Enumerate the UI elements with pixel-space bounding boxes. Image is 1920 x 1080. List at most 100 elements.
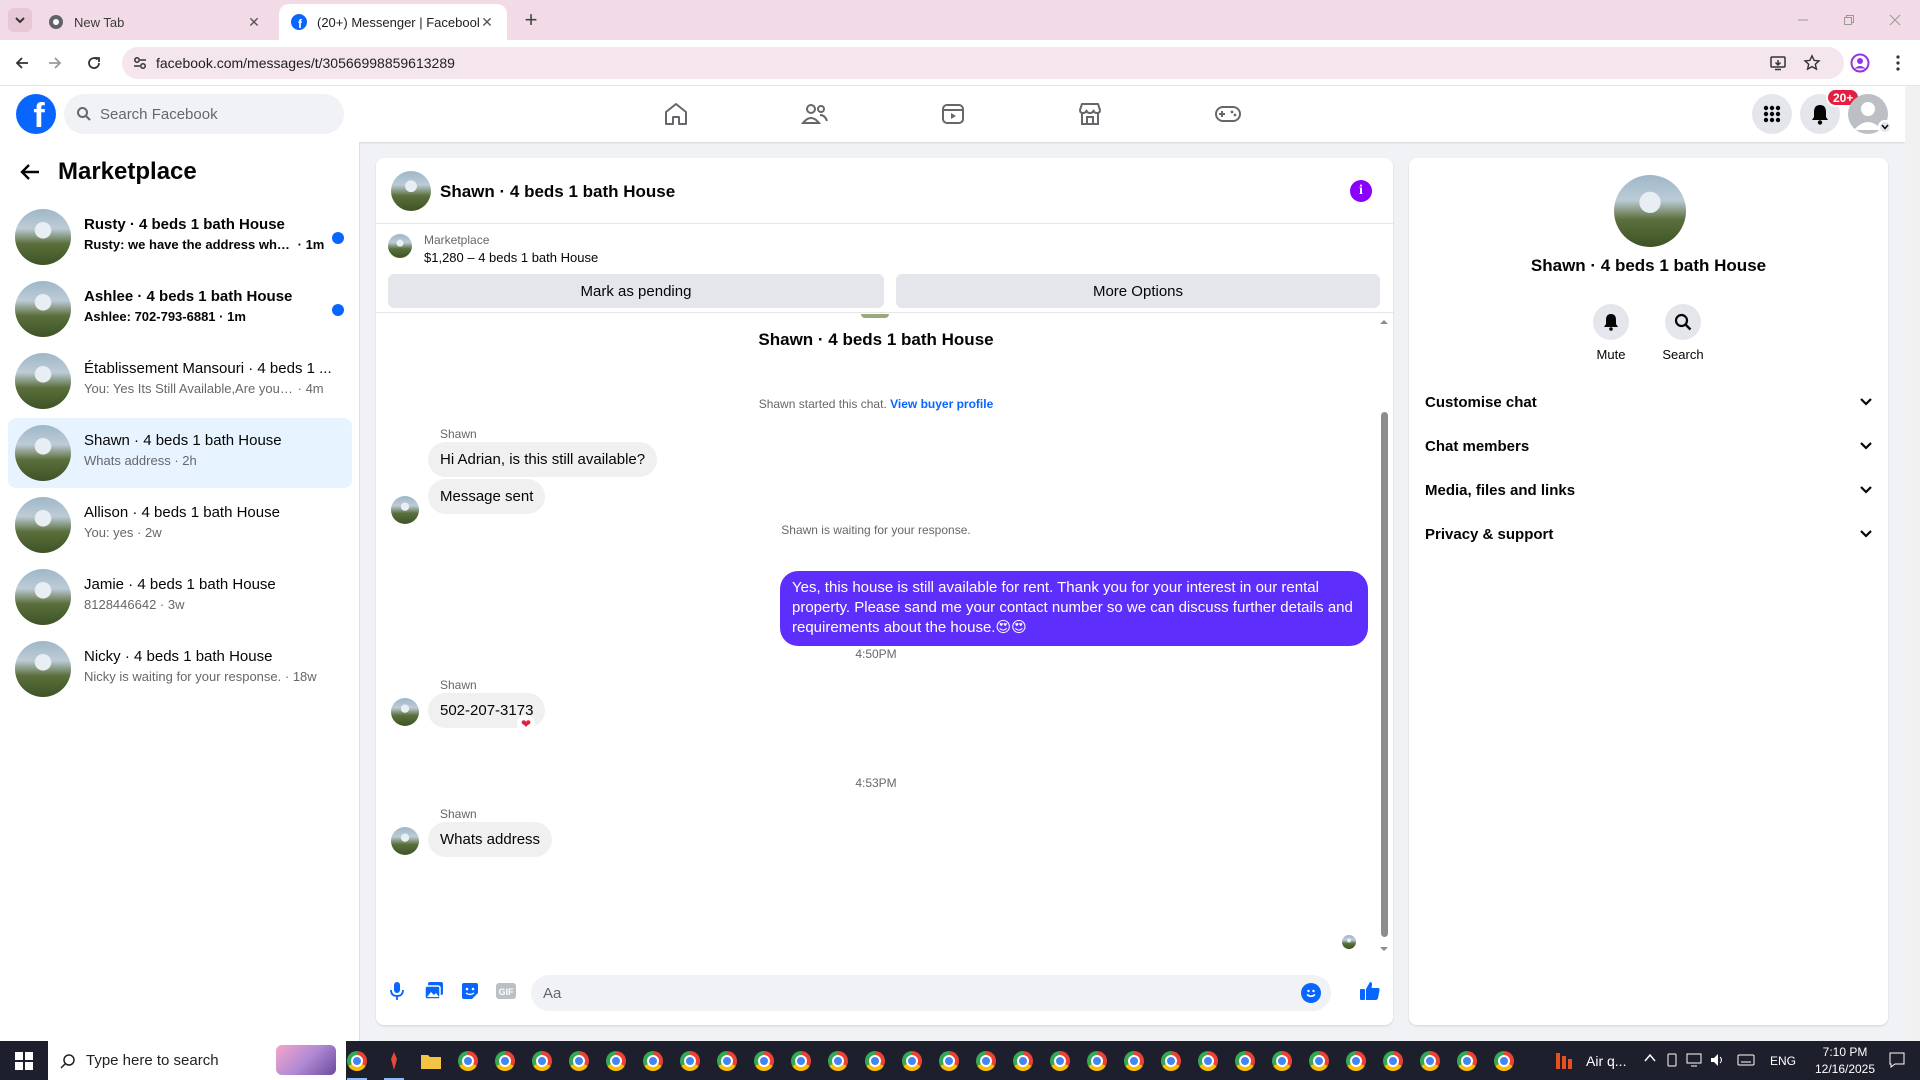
listing-price[interactable]: $1,280 – 4 beds 1 bath House [424, 250, 598, 265]
customise-chat-section[interactable]: Customise chat [1425, 380, 1873, 424]
chrome-icon[interactable] [1155, 1045, 1187, 1077]
chrome-icon[interactable] [1007, 1045, 1039, 1077]
chrome-icon[interactable] [1488, 1045, 1520, 1077]
tab-messenger[interactable]: f (20+) Messenger | Facebook ✕ [279, 4, 507, 40]
facebook-search[interactable] [64, 94, 344, 134]
minimize-icon[interactable] [1780, 8, 1826, 32]
chrome-icon[interactable] [637, 1045, 669, 1077]
conversation-item[interactable]: Nicky · 4 beds 1 bath House Nicky is wait… [8, 634, 352, 704]
media-files-links-section[interactable]: Media, files and links [1425, 468, 1873, 512]
menu-grid-icon[interactable] [1752, 94, 1792, 134]
conversation-item[interactable]: Ashlee · 4 beds 1 bath House Ashlee: 702-… [8, 274, 352, 344]
photo-icon[interactable] [422, 979, 446, 1003]
chrome-icon[interactable] [1340, 1045, 1372, 1077]
conversation-item[interactable]: Jamie · 4 beds 1 bath House 8128446642 · … [8, 562, 352, 632]
chrome-icon[interactable] [822, 1045, 854, 1077]
restore-icon[interactable] [1826, 8, 1872, 32]
back-icon[interactable] [10, 51, 34, 75]
chrome-icon[interactable] [1192, 1045, 1224, 1077]
chrome-icon[interactable] [1303, 1045, 1335, 1077]
chat-members-section[interactable]: Chat members [1425, 424, 1873, 468]
forward-icon[interactable] [43, 51, 67, 75]
nav-friends-icon[interactable] [759, 86, 871, 142]
profile-avatar[interactable] [1614, 175, 1686, 247]
chrome-icon[interactable] [1081, 1045, 1113, 1077]
nav-gaming-icon[interactable] [1172, 86, 1284, 142]
incoming-message[interactable]: Hi Adrian, is this still available? [428, 442, 658, 477]
listing-thumbnail[interactable] [388, 234, 412, 258]
mark-as-pending-button[interactable]: Mark as pending [388, 274, 884, 308]
view-buyer-profile-link[interactable]: View buyer profile [890, 397, 993, 411]
chrome-icon[interactable] [452, 1045, 484, 1077]
mute-button[interactable]: Mute [1576, 304, 1646, 362]
chrome-icon[interactable] [489, 1045, 521, 1077]
page-scrollbar[interactable] [1905, 86, 1920, 1041]
nav-marketplace-icon[interactable] [1034, 86, 1146, 142]
chrome-icon[interactable] [341, 1045, 373, 1080]
chrome-icon[interactable] [933, 1045, 965, 1077]
chrome-icon[interactable] [711, 1045, 743, 1077]
clock-date[interactable]: 12/16/2025 [1809, 1062, 1881, 1076]
weather-text[interactable]: Air q... [1586, 1053, 1626, 1069]
bookmark-star-icon[interactable] [1800, 51, 1824, 75]
profile-icon[interactable] [1848, 51, 1872, 75]
weather-icon[interactable] [1550, 1047, 1578, 1075]
nav-video-icon[interactable] [897, 86, 1009, 142]
chrome-icon[interactable] [563, 1045, 595, 1077]
chrome-icon[interactable] [970, 1045, 1002, 1077]
microphone-icon[interactable] [385, 979, 409, 1003]
account-chevron-down-icon[interactable] [1878, 120, 1892, 134]
site-info-icon[interactable] [132, 55, 148, 71]
keyboard-icon[interactable] [1737, 1053, 1755, 1070]
scrollbar-thumb[interactable] [1381, 412, 1388, 937]
facebook-logo-icon[interactable]: f [16, 94, 56, 134]
conversation-item[interactable]: Rusty · 4 beds 1 bath House Rusty: we hav… [8, 202, 352, 272]
close-icon[interactable]: ✕ [246, 14, 262, 30]
conversation-item[interactable]: Allison · 4 beds 1 bath House You: yes · … [8, 490, 352, 560]
thumbs-up-icon[interactable] [1358, 979, 1382, 1003]
chrome-icon[interactable] [600, 1045, 632, 1077]
chrome-icon[interactable] [896, 1045, 928, 1077]
chrome-icon[interactable] [674, 1045, 706, 1077]
chrome-icon[interactable] [1044, 1045, 1076, 1077]
conversation-item[interactable]: Shawn · 4 beds 1 bath House Whats address… [8, 418, 352, 488]
scroll-down-icon[interactable] [1379, 945, 1389, 953]
chrome-icon[interactable] [859, 1045, 891, 1077]
search-input[interactable] [100, 105, 320, 123]
chat-avatar[interactable] [391, 171, 431, 211]
tray-chevron-up-icon[interactable] [1644, 1052, 1656, 1066]
sender-avatar[interactable] [391, 496, 419, 524]
taskbar-search[interactable] [48, 1041, 346, 1080]
search-conversation-button[interactable]: Search [1648, 304, 1718, 362]
language-indicator[interactable]: ENG [1770, 1054, 1796, 1068]
chrome-icon[interactable] [1266, 1045, 1298, 1077]
emoji-icon[interactable] [1301, 983, 1321, 1003]
incoming-message[interactable]: Message sent [428, 479, 546, 514]
app-pin-icon[interactable] [378, 1045, 410, 1080]
heart-reaction-icon[interactable]: ❤ [517, 715, 535, 733]
sender-avatar[interactable] [391, 698, 419, 726]
nav-home-icon[interactable] [620, 86, 732, 142]
file-explorer-icon[interactable] [415, 1045, 447, 1077]
more-options-button[interactable]: More Options [896, 274, 1380, 308]
notification-center-icon[interactable] [1888, 1051, 1906, 1072]
new-tab-button[interactable]: + [519, 7, 543, 32]
outgoing-message[interactable]: Yes, this house is still available for r… [780, 571, 1368, 646]
chrome-icon[interactable] [1451, 1045, 1483, 1077]
sender-avatar[interactable] [391, 827, 419, 855]
info-icon[interactable]: i [1350, 180, 1372, 202]
chrome-icon[interactable] [1118, 1045, 1150, 1077]
tab-new-tab[interactable]: New Tab ✕ [36, 4, 274, 40]
address-bar[interactable]: facebook.com/messages/t/3056699885961328… [122, 47, 1844, 79]
incoming-message[interactable]: Whats address [428, 822, 553, 857]
chrome-icon[interactable] [1377, 1045, 1409, 1077]
thread-scrollbar[interactable] [1379, 318, 1389, 954]
privacy-support-section[interactable]: Privacy & support [1425, 512, 1873, 556]
back-arrow-icon[interactable] [16, 158, 44, 186]
clock-time[interactable]: 7:10 PM [1815, 1045, 1875, 1059]
reload-icon[interactable] [82, 51, 106, 75]
network-icon[interactable] [1686, 1053, 1702, 1070]
browser-menu-icon[interactable] [1886, 51, 1910, 75]
tray-device-icon[interactable] [1665, 1053, 1679, 1070]
chrome-icon[interactable] [1414, 1045, 1446, 1077]
